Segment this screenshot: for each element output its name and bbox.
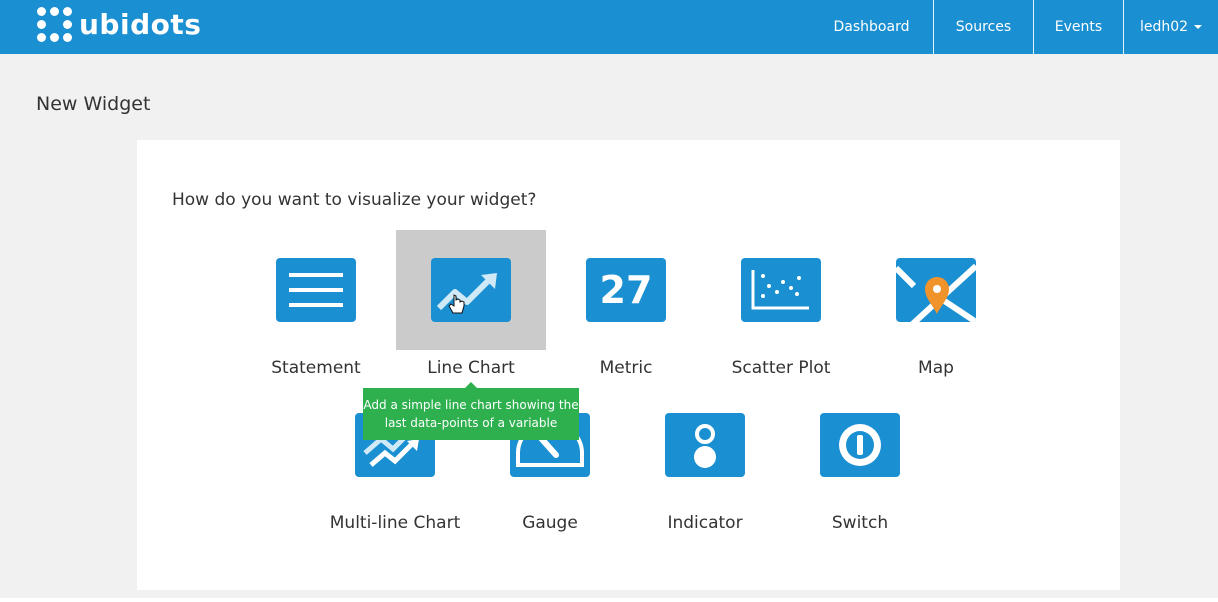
widget-option-map[interactable]: Map [861,230,1011,380]
widget-option-label: Switch [831,513,889,533]
widget-option-metric[interactable]: 27 Metric [551,230,701,380]
switch-icon [820,413,900,477]
nav-sources[interactable]: Sources [933,0,1033,54]
widget-option-switch[interactable]: Switch [785,385,935,535]
brand-logo[interactable]: ubidots [37,5,201,45]
widget-option-scatter-plot[interactable]: Scatter Plot [706,230,856,380]
nav-menu: Dashboard Sources Events ledh02 [810,0,1218,54]
page-footer-strip [0,598,1218,602]
metric-icon: 27 [586,258,666,322]
top-navbar: ubidots Dashboard Sources Events ledh02 [0,0,1218,54]
nav-username: ledh02 [1139,19,1189,35]
widget-option-statement[interactable]: Statement [241,230,391,380]
widget-type-card: How do you want to visualize your widget… [137,140,1120,590]
map-icon [896,258,976,322]
line-chart-tooltip: Add a simple line chart showing the last… [363,382,579,440]
metric-icon-text: 27 [599,268,653,312]
scatter-plot-icon [741,258,821,322]
nav-events-label: Events [1054,19,1103,35]
caret-down-icon [1194,25,1203,29]
widget-option-line-chart[interactable]: Line Chart [396,230,546,380]
nav-dashboard[interactable]: Dashboard [810,0,933,54]
page-title: New Widget [36,93,151,115]
nav-dashboard-label: Dashboard [833,19,910,35]
indicator-icon [665,413,745,477]
widget-option-indicator[interactable]: Indicator [630,385,780,535]
widget-type-question: How do you want to visualize your widget… [172,190,537,210]
statement-icon [276,258,356,322]
nav-user-menu[interactable]: ledh02 [1123,0,1218,54]
brand-name: ubidots [79,8,202,41]
nav-events[interactable]: Events [1033,0,1123,54]
ubidots-logo-icon [37,7,73,43]
line-chart-icon [431,258,511,322]
widget-option-label: Map [918,358,954,378]
nav-sources-label: Sources [955,19,1012,35]
